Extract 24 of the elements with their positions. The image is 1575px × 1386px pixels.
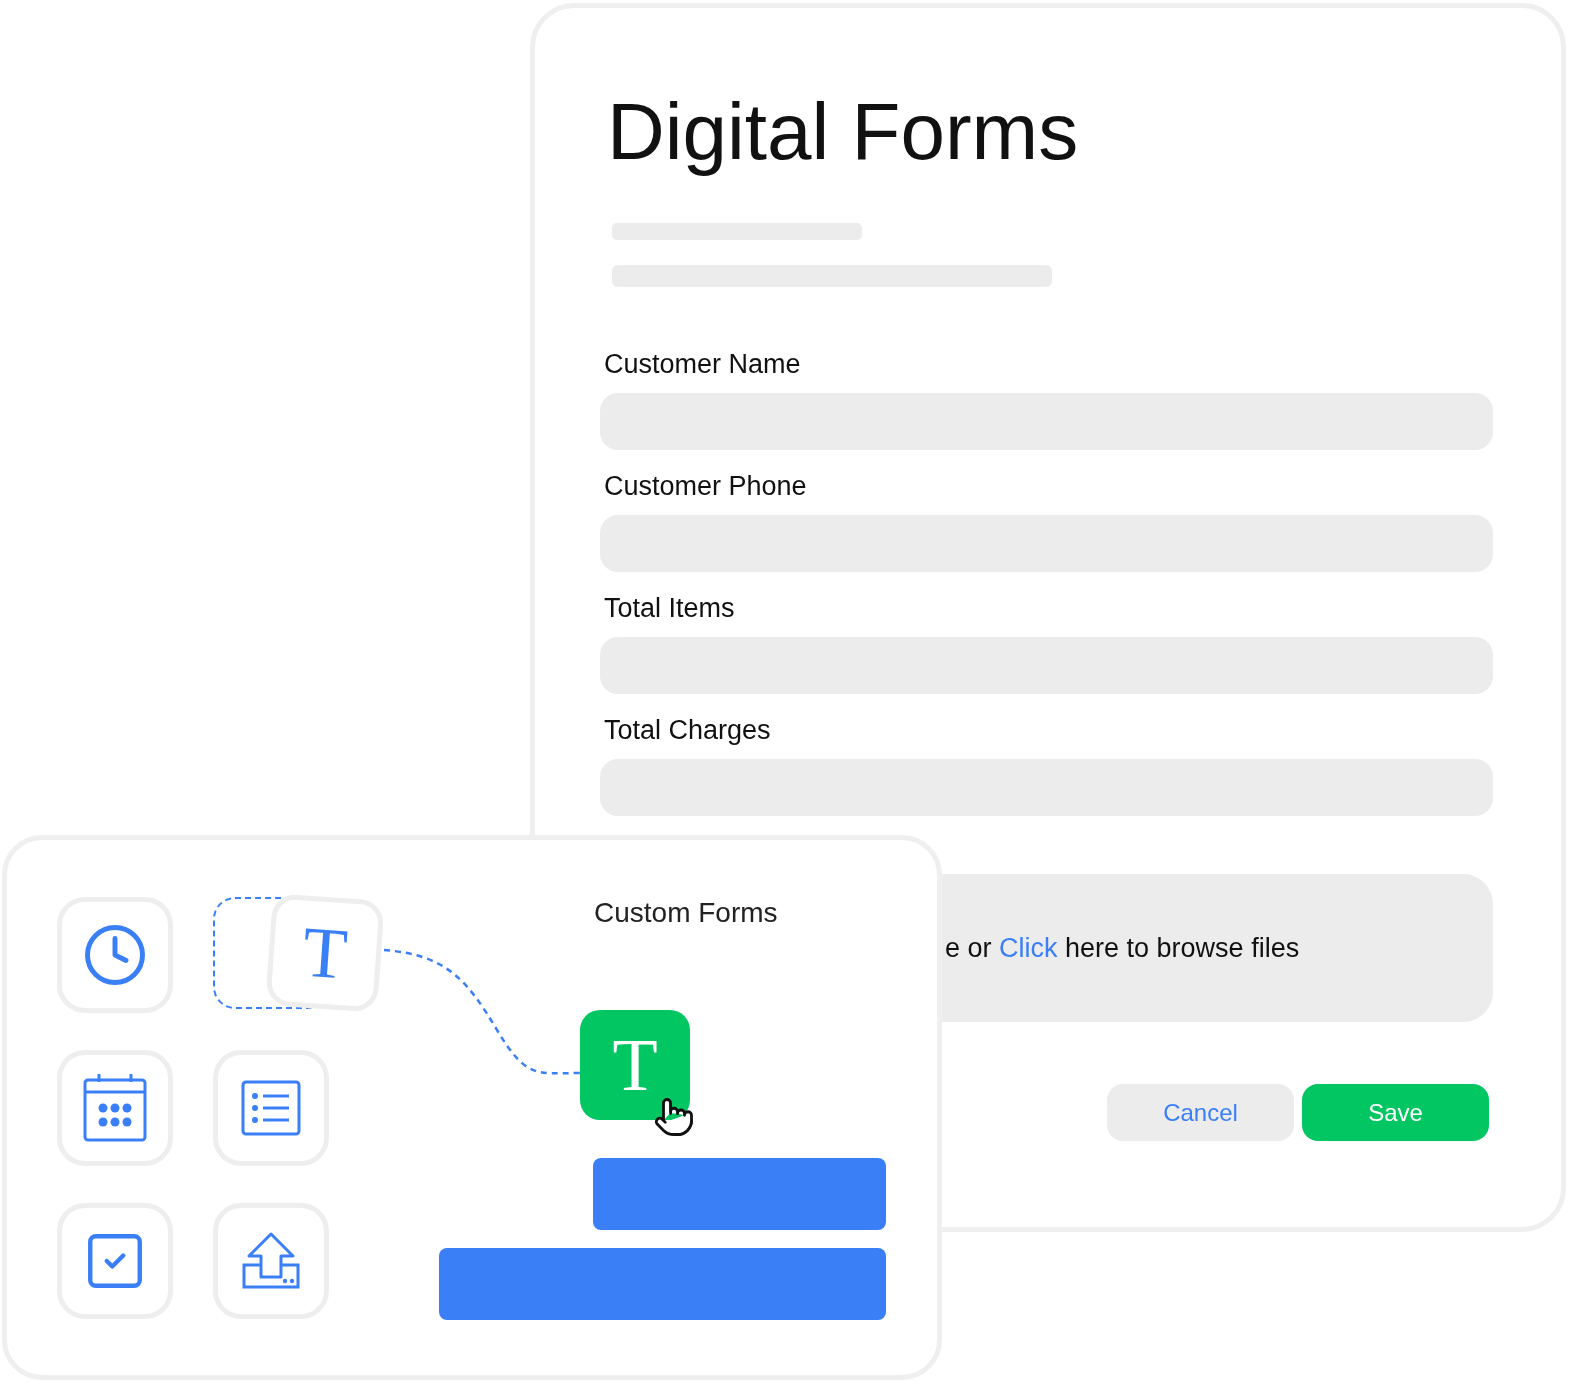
tool-tile[interactable] [57, 897, 173, 1013]
save-button[interactable]: Save [1302, 1084, 1489, 1141]
tool-tile[interactable] [57, 1050, 173, 1166]
list-icon [241, 1080, 301, 1136]
dropped-text-tile[interactable]: T [580, 1010, 690, 1120]
upload-icon [241, 1231, 301, 1291]
dragged-text-tile[interactable]: T [265, 893, 385, 1013]
text-tool-glyph: T [612, 1028, 658, 1102]
hand-cursor-icon [653, 1096, 695, 1138]
browse-link[interactable]: Click [999, 932, 1058, 963]
tool-tile[interactable] [213, 1203, 329, 1319]
field-label: Total Charges [604, 714, 771, 746]
file-drop-zone[interactable]: e or Click here to browse files [942, 874, 1493, 1022]
field-label: Customer Phone [604, 470, 807, 502]
tool-tile[interactable] [213, 1050, 329, 1166]
tool-tile[interactable] [57, 1203, 173, 1319]
drop-zone-text: e or Click here to browse files [945, 931, 1300, 965]
field-label: Total Items [604, 592, 735, 624]
text-tool-glyph: T [300, 915, 350, 991]
field-label: Customer Name [604, 348, 801, 380]
builder-title: Custom Forms [594, 896, 778, 930]
clock-icon [82, 922, 148, 988]
cancel-button[interactable]: Cancel [1107, 1084, 1294, 1141]
calendar-icon [83, 1074, 147, 1142]
